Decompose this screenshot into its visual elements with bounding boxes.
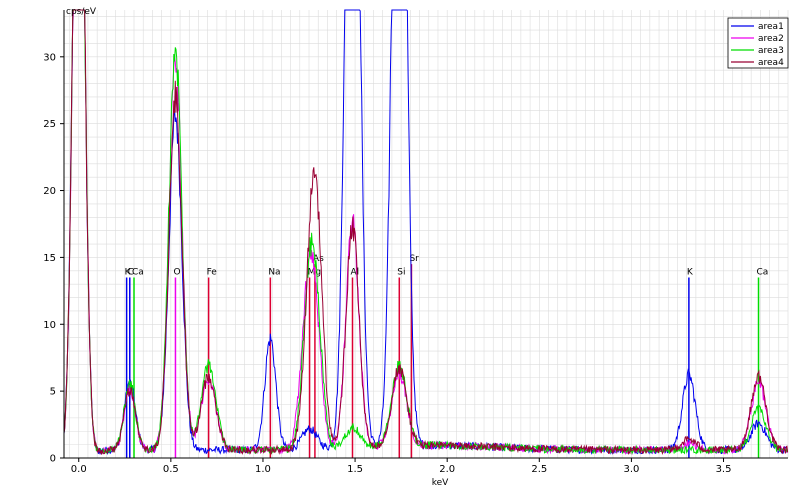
- y-tick-label: 5: [50, 387, 56, 398]
- y-tick-label: 25: [43, 119, 56, 130]
- legend-label: area1: [758, 22, 784, 32]
- peak-marker-label: O: [173, 267, 180, 277]
- x-axis-label: keV: [432, 478, 449, 488]
- peak-marker-label: Fe: [207, 267, 218, 277]
- plot-area: [64, 10, 788, 458]
- y-tick-label: 30: [43, 52, 56, 63]
- x-tick-label: 3.5: [716, 464, 732, 475]
- eds-spectrum-chart: KCCaOFeNaMgAsAlSiSrKCa 0510152025300.00.…: [43, 7, 789, 488]
- peak-marker-label: Ca: [757, 267, 769, 277]
- plot-background: [64, 10, 788, 458]
- x-tick-label: 3.0: [623, 464, 639, 475]
- y-tick-label: 0: [50, 454, 56, 465]
- x-tick-label: 2.5: [531, 464, 547, 475]
- legend-label: area3: [758, 46, 784, 56]
- peak-marker-label: Al: [350, 267, 359, 277]
- x-tick-label: 1.5: [347, 464, 363, 475]
- y-tick-label: 10: [43, 320, 56, 331]
- legend-label: area4: [758, 58, 784, 68]
- y-tick-label: 15: [43, 253, 56, 264]
- x-tick-label: 0.0: [71, 464, 87, 475]
- x-tick-label: 0.5: [163, 464, 179, 475]
- x-tick-label: 2.0: [439, 464, 455, 475]
- peak-marker-label: Si: [397, 267, 405, 277]
- legend-label: area2: [758, 34, 784, 44]
- y-axis-label: cps/eV: [66, 7, 97, 17]
- legend: area1 area2 area3 area4: [727, 17, 789, 69]
- x-tick-label: 1.0: [255, 464, 271, 475]
- peak-marker-label: Na: [268, 267, 280, 277]
- y-tick-label: 20: [43, 186, 56, 197]
- peak-marker-label: Ca: [132, 267, 144, 277]
